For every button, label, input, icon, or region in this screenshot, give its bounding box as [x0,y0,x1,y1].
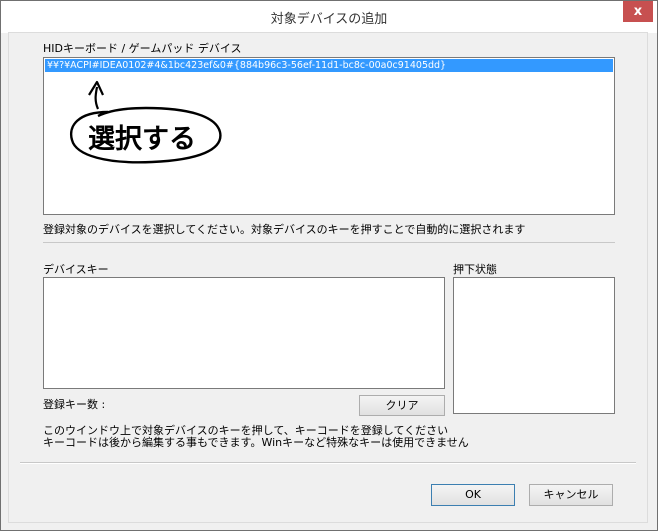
footer-divider-highlight [20,463,636,464]
annotation-label: 選択する [88,124,196,155]
registered-key-count-label: 登録キー数 : [43,398,106,411]
instruction-line-2: キーコードは後から編集する事もできます。Winキーなど特殊なキーは使用できません [43,436,469,449]
cancel-button[interactable]: キャンセル [529,484,613,506]
ok-button[interactable]: OK [431,484,515,506]
device-select-help-text: 登録対象のデバイスを選択してください。対象デバイスのキーを押すことで自動的に選択… [43,223,526,236]
clear-button[interactable]: クリア [359,395,445,416]
title-bar[interactable]: 対象デバイスの追加 x [1,1,657,33]
device-keys-listbox[interactable] [43,277,445,389]
section-divider [43,242,615,243]
pressed-state-label: 押下状態 [453,263,497,276]
device-list-label: HIDキーボード / ゲームパッド デバイス [43,42,242,55]
close-button[interactable]: x [623,1,653,22]
window-title: 対象デバイスの追加 [270,12,388,27]
device-list-item[interactable]: ¥¥?¥ACPI#IDEA0102#4&1bc423ef&0#{884b96c3… [45,59,613,72]
device-keys-label: デバイスキー [43,263,109,276]
pressed-state-box [453,277,615,414]
close-icon: x [633,4,643,19]
